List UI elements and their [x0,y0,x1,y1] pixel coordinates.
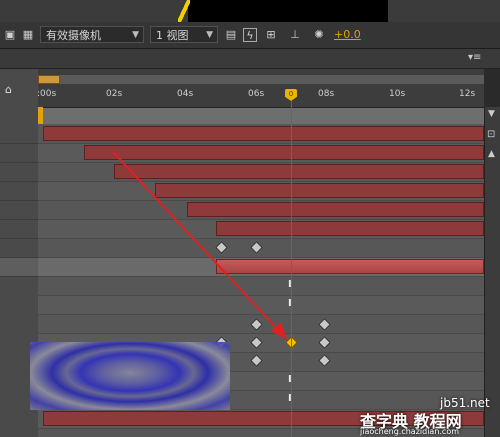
watermark: jb51.net 查字典 教程网 jiaocheng.chazidian.com [360,396,500,437]
arrow-shaft [112,151,283,335]
annotation-arrow [112,151,287,340]
watermark-url: jiaocheng.chazidian.com [360,427,460,436]
